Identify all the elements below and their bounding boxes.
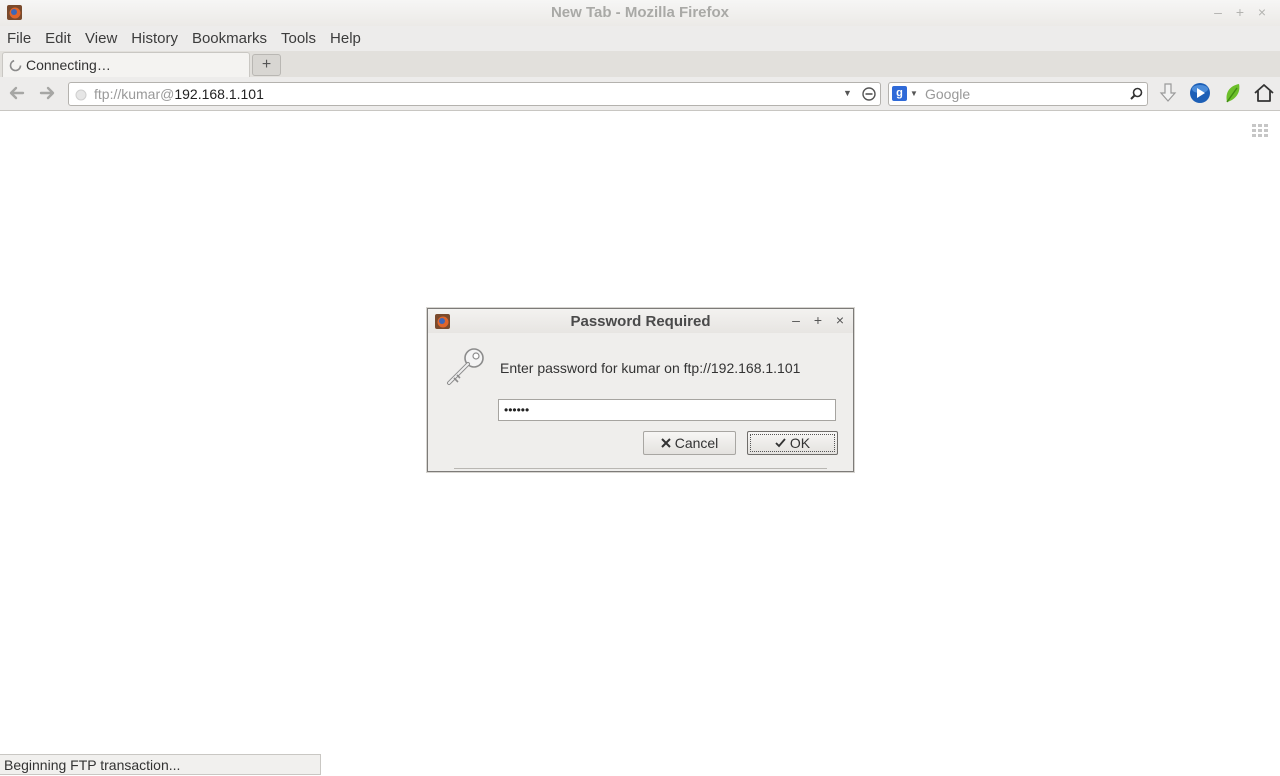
navigation-toolbar: ftp://kumar@192.168.1.101 ▼ g ▼ Google xyxy=(0,77,1280,111)
downloads-icon[interactable] xyxy=(1158,82,1178,107)
dialog-divider xyxy=(454,468,827,469)
menu-view[interactable]: View xyxy=(78,30,124,47)
menu-history[interactable]: History xyxy=(124,30,185,47)
search-placeholder: Google xyxy=(925,86,971,102)
menu-bookmarks[interactable]: Bookmarks xyxy=(185,30,274,47)
dialog-title: Password Required xyxy=(570,313,711,330)
google-engine-icon[interactable]: g xyxy=(892,86,907,101)
engine-dropdown-icon[interactable]: ▼ xyxy=(910,89,918,98)
search-icon[interactable] xyxy=(1130,87,1143,103)
maximize-icon[interactable]: + xyxy=(1234,4,1246,20)
new-tab-grid-icon[interactable] xyxy=(1252,124,1268,141)
ok-label: OK xyxy=(789,435,811,451)
stop-icon[interactable] xyxy=(862,87,876,104)
password-prompt: Enter password for kumar on ftp://192.16… xyxy=(500,360,801,376)
close-icon[interactable]: × xyxy=(1256,4,1268,20)
window-title: New Tab - Mozilla Firefox xyxy=(550,4,730,21)
url-dropdown-icon[interactable]: ▼ xyxy=(843,88,852,98)
menu-file[interactable]: File xyxy=(0,30,38,47)
back-arrow-icon[interactable] xyxy=(8,84,26,105)
tab-strip: Connecting… + xyxy=(0,51,1280,77)
loading-spinner-icon xyxy=(9,59,22,75)
media-player-icon[interactable] xyxy=(1188,82,1212,107)
search-bar[interactable]: g ▼ Google xyxy=(888,82,1148,106)
window-title-bar: New Tab - Mozilla Firefox – + × xyxy=(0,0,1280,27)
cancel-label: Cancel xyxy=(674,435,719,451)
url-bar[interactable]: ftp://kumar@192.168.1.101 ▼ xyxy=(68,82,881,106)
minimize-icon[interactable]: – xyxy=(1212,4,1224,20)
menu-bar: File Edit View History Bookmarks Tools H… xyxy=(0,26,1280,51)
checkmark-icon xyxy=(775,435,786,451)
tab-label: Connecting… xyxy=(26,57,111,73)
url-prefix: ftp://kumar@ xyxy=(94,86,175,102)
status-bar: Beginning FTP transaction... xyxy=(0,754,321,775)
cancel-button[interactable]: Cancel xyxy=(643,431,736,455)
new-tab-button[interactable]: + xyxy=(252,54,281,76)
url-host: 192.168.1.101 xyxy=(174,86,264,102)
site-identity-icon[interactable] xyxy=(75,88,87,104)
password-field[interactable]: •••••• xyxy=(498,399,836,421)
menu-edit[interactable]: Edit xyxy=(38,30,78,47)
dialog-minimize-icon[interactable]: – xyxy=(791,312,801,328)
key-icon xyxy=(444,346,486,389)
leaf-addon-icon[interactable] xyxy=(1223,82,1243,107)
dialog-title-bar: Password Required – + × xyxy=(428,309,853,333)
dialog-close-icon[interactable]: × xyxy=(835,312,845,328)
forward-arrow-icon[interactable] xyxy=(38,84,56,105)
menu-tools[interactable]: Tools xyxy=(274,30,323,47)
dialog-maximize-icon[interactable]: + xyxy=(813,312,823,328)
home-icon[interactable] xyxy=(1253,82,1275,107)
url-text: ftp://kumar@192.168.1.101 xyxy=(94,86,264,102)
menu-help[interactable]: Help xyxy=(323,30,368,47)
ok-button[interactable]: OK xyxy=(747,431,838,455)
password-dialog: Password Required – + × Enter password f… xyxy=(427,308,854,472)
tab-connecting[interactable]: Connecting… xyxy=(2,52,250,77)
cross-icon xyxy=(660,435,671,451)
